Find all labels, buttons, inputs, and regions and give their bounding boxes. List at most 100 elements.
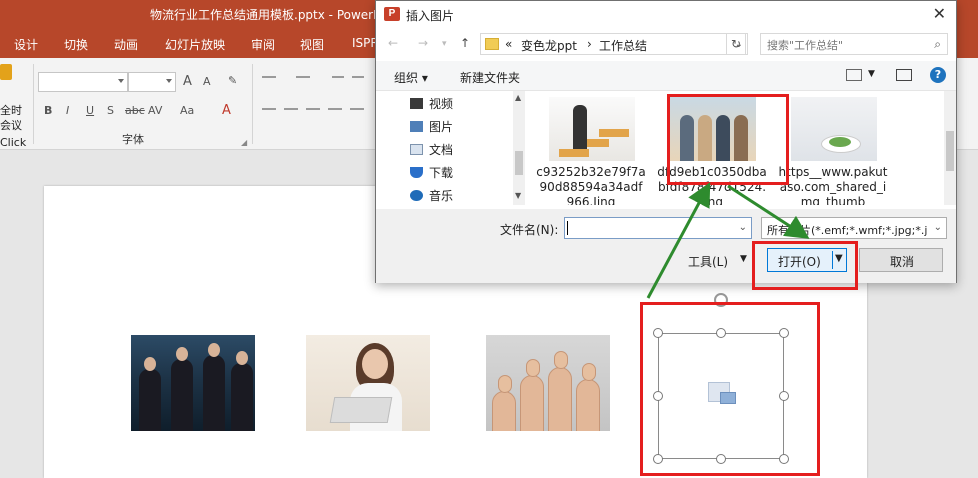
clear-format-icon[interactable]: ✎ [228,74,237,87]
scrollbar-thumb[interactable] [946,131,954,171]
nav-item-label: 下载 [429,166,454,180]
nav-item-videos[interactable]: 视频 [410,95,453,112]
tab-animations[interactable]: 动画 [114,36,138,53]
font-color-button[interactable]: A [222,103,231,118]
nav-scrollbar[interactable]: ▲ ▼ [513,91,525,205]
char-spacing-button[interactable]: AV [148,104,162,117]
dialog-title: 插入图片 [406,9,455,23]
breadcrumb-item-bianselong[interactable]: 变色龙ppt [521,37,577,54]
shadow-button[interactable]: S [107,104,114,117]
forward-arrow-icon[interactable]: → [418,36,428,50]
breadcrumb[interactable]: « 变色龙ppt › 工作总结 ⌄ [480,33,748,55]
tab-view[interactable]: 视图 [300,36,324,53]
organize-button[interactable]: 组织 ▾ [394,69,428,86]
download-icon [410,167,423,178]
indent-icon[interactable] [332,76,344,78]
columns-icon[interactable] [350,108,364,110]
nav-item-pictures[interactable]: 图片 [410,118,453,135]
person-head [236,351,248,365]
picture-icon [410,121,423,132]
file-item[interactable]: c93252b32e79f7a90d88594a34adf966.Jing [536,97,646,205]
justify-icon[interactable] [328,108,342,110]
slide-photo-woman-laptop[interactable] [306,335,430,431]
music-icon [410,190,423,201]
person-shape [171,359,193,431]
chevron-down-icon[interactable]: ⌄ [739,222,747,233]
scrollbar-thumb[interactable] [515,151,523,175]
search-input[interactable]: 搜索"工作总结" [767,37,843,53]
tab-slideshow[interactable]: 幻灯片放映 [165,36,225,53]
bold-button[interactable]: B [44,104,52,117]
thumb-tip [498,375,512,393]
align-left-icon[interactable] [262,108,276,110]
chevron-down-icon [118,79,124,83]
tab-review[interactable]: 审阅 [251,36,275,53]
thumb-tip [526,359,540,377]
cancel-button[interactable]: 取消 [859,248,943,272]
dialog-launcher-icon[interactable]: ◢ [241,138,247,147]
meeting-icon [0,64,12,80]
bullets-icon[interactable] [262,76,276,78]
font-name-combo[interactable] [38,72,128,92]
up-arrow-icon[interactable]: ↑ [460,36,470,50]
tab-transitions[interactable]: 切换 [64,36,88,53]
meeting-group[interactable]: 全时 会议 Click [0,62,32,149]
meeting-label-2: 会议 [0,119,22,132]
back-arrow-icon[interactable]: ← [388,36,398,50]
person-head [176,347,188,361]
person-shape [139,369,161,431]
align-center-icon[interactable] [284,108,298,110]
nav-item-documents[interactable]: 文档 [410,141,453,158]
slide-photo-business-team[interactable] [131,335,255,431]
person-shape [573,105,587,149]
file-type-value: 所有图片(*.emf;*.wmf;*.jpg;*.jp [767,224,927,237]
tab-design[interactable]: 设计 [14,36,38,53]
breadcrumb-overflow[interactable]: « [505,37,512,51]
chevron-down-icon[interactable]: ⌄ [934,222,942,233]
person-shape [231,363,253,431]
nav-item-label: 音乐 [429,189,454,203]
change-case-button[interactable]: Aa [180,104,194,117]
breadcrumb-item-work-summary[interactable]: 工作总结 [599,37,647,54]
font-group-label: 字体 [122,133,144,146]
window-title: 物流行业工作总结通用模板.pptx - PowerP [150,8,381,22]
numbering-icon[interactable] [296,76,310,78]
outdent-icon[interactable] [352,76,364,78]
nav-item-downloads[interactable]: 下载 [410,164,453,181]
stair-step [559,149,589,157]
file-list-scrollbar[interactable] [944,91,956,205]
search-icon[interactable]: ⌕ [934,37,941,52]
file-item[interactable]: https__www.pakutaso.com_shared_img_thumb [778,97,888,205]
chevron-down-icon[interactable]: ▼ [868,69,875,79]
refresh-icon[interactable]: ↻ [726,33,746,55]
scroll-up-icon[interactable]: ▲ [515,93,521,102]
food-shape [829,137,851,147]
recent-dropdown-icon[interactable]: ▾ [442,39,447,49]
nav-item-music[interactable]: 音乐 [410,187,453,204]
chevron-down-icon[interactable]: ▼ [740,254,747,264]
tools-button[interactable]: 工具(L) [688,253,728,270]
view-mode-icon[interactable] [846,69,862,81]
new-folder-button[interactable]: 新建文件夹 [460,69,520,86]
laptop-shape [329,397,393,423]
search-box[interactable]: 搜索"工作总结" ⌕ [760,33,948,55]
strikethrough-button[interactable]: abc [125,104,145,117]
video-icon [410,98,423,109]
font-size-combo[interactable] [128,72,176,92]
help-icon[interactable]: ? [930,67,946,83]
close-icon[interactable]: ✕ [933,4,946,23]
filename-field[interactable]: ⌄ [564,217,752,239]
preview-pane-icon[interactable] [896,69,912,81]
underline-button[interactable]: U [86,104,94,117]
chevron-down-icon [166,79,172,83]
shrink-font-button[interactable]: A [203,75,211,88]
hand-shape [520,375,544,431]
align-right-icon[interactable] [306,108,320,110]
nav-item-label: 文档 [429,143,454,157]
scroll-down-icon[interactable]: ▼ [515,191,521,200]
slide-photo-thumbs-up[interactable] [486,335,610,431]
grow-font-button[interactable]: A [183,74,192,89]
dialog-title-bar: P 插入图片 ✕ [376,1,956,29]
italic-button[interactable]: I [66,104,69,117]
file-type-select[interactable]: 所有图片(*.emf;*.wmf;*.jpg;*.jp ⌄ [761,217,947,239]
